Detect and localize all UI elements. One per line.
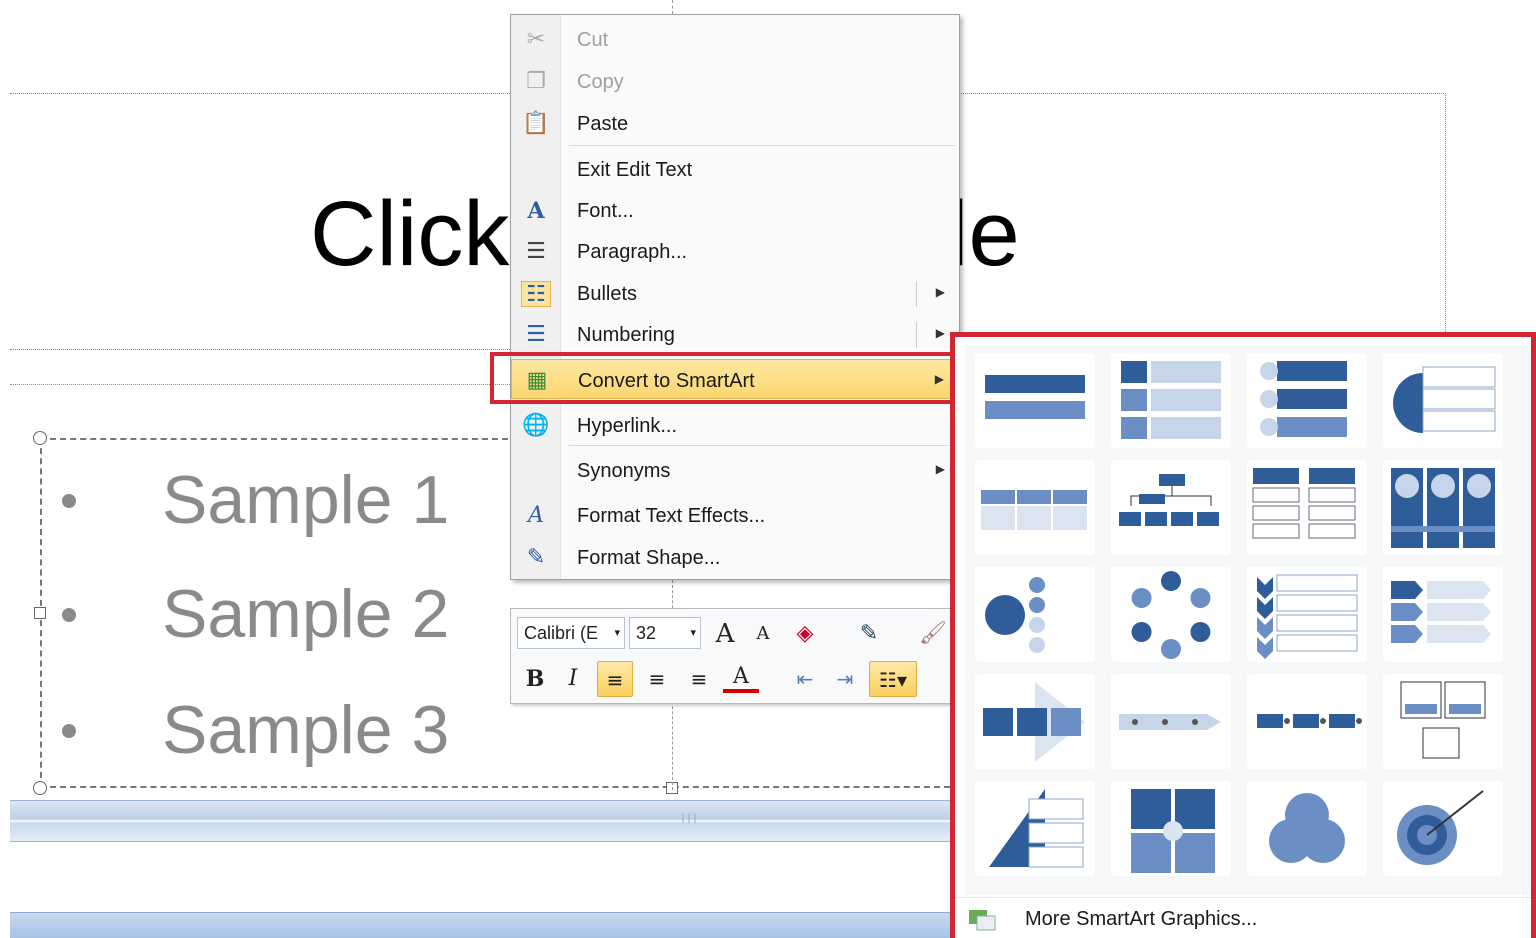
bullet-text: Sample 3 (162, 692, 450, 768)
submenu-arrow-icon[interactable]: ▶ (936, 285, 945, 299)
smartart-layout-basic-cycle[interactable] (1111, 567, 1231, 662)
dropdown-arrow-icon[interactable]: ▾ (690, 618, 696, 648)
menu-item-format-text-effects[interactable]: A Format Text Effects... (511, 495, 959, 535)
smartart-layout-venn[interactable] (1247, 781, 1367, 876)
bullet-dot (62, 494, 76, 508)
context-menu: ✂ Cut ❐ Copy 📋 Paste Exit Edit Text A Fo… (510, 14, 960, 580)
smartart-layout-vertical-chevron-list[interactable] (1247, 567, 1367, 662)
smartart-layout-horizontal-bullet-list[interactable] (975, 460, 1095, 555)
font-icon: A (527, 198, 545, 224)
smartart-layout-basic-process[interactable] (975, 674, 1095, 769)
resize-handle-left[interactable] (34, 607, 46, 619)
bullet-dot (62, 608, 76, 622)
notes-splitter[interactable]: ||| (10, 800, 960, 842)
font-name-value: Calibri (E (524, 623, 599, 643)
menu-item-copy[interactable]: ❐ Copy (511, 61, 959, 101)
submenu-arrow-icon: ▶ (935, 462, 945, 476)
align-left-icon[interactable]: ≡ (597, 661, 633, 697)
smartart-layout-timeline[interactable] (1111, 674, 1231, 769)
smartart-layout-vertical-bullet-list[interactable] (1111, 353, 1231, 448)
menu-separator (569, 145, 955, 146)
menu-item-hyperlink[interactable]: 🌐 Hyperlink... (511, 405, 959, 445)
smartart-layout-basic-block-list[interactable] (975, 353, 1095, 448)
align-center-icon[interactable]: ≡ (639, 661, 675, 697)
italic-button[interactable]: I (555, 661, 591, 697)
more-smartart-label: More SmartArt Graphics... (1025, 908, 1258, 930)
submenu-arrow-icon[interactable]: ▶ (936, 326, 945, 340)
menu-item-synonyms[interactable]: Synonyms ▶ (511, 450, 959, 490)
smartart-layout-alternating-flow[interactable] (1247, 674, 1367, 769)
smartart-layouts (975, 353, 1503, 876)
smartart-layout-picture-caption[interactable] (1383, 674, 1503, 769)
paragraph-icon: ☰ (526, 239, 546, 264)
font-size-value: 32 (636, 623, 657, 643)
smartart-layout-vertical-box-list[interactable] (1247, 353, 1367, 448)
highlight-frame-menu (490, 352, 958, 404)
shrink-font-button[interactable]: A (745, 619, 781, 649)
decrease-indent-icon[interactable]: ⇤ (787, 661, 823, 697)
resize-handle-bottom-left[interactable] (33, 781, 47, 795)
smartart-layout-vertical-arrow-list[interactable] (1383, 567, 1503, 662)
text-effects-icon: A (528, 503, 544, 528)
title-text-left: Click (310, 183, 510, 285)
smartart-layout-target[interactable] (1383, 781, 1503, 876)
bullet-text: Sample 2 (162, 576, 450, 652)
guide-line (672, 0, 673, 14)
splitter-grip-icon: ||| (680, 813, 699, 824)
split-divider (916, 322, 917, 348)
menu-separator (569, 445, 955, 446)
menu-item-paragraph[interactable]: ☰ Paragraph... (511, 231, 959, 271)
fill-color-icon[interactable]: ◈ (787, 619, 823, 649)
menu-item-cut[interactable]: ✂ Cut (511, 19, 959, 59)
bullets-button[interactable]: ☷▾ (869, 661, 917, 697)
smartart-layout-organization-chart[interactable] (1111, 460, 1231, 555)
format-shape-icon: ✎ (526, 545, 546, 570)
smartart-layout-circle-list[interactable] (1383, 353, 1503, 448)
more-smartart-graphics-item[interactable]: More SmartArt Graphics... (955, 897, 1531, 938)
powerpoint-slide-area: Click le Sample 1 Sample 2 Sample 3 ||| … (0, 0, 1536, 938)
menu-item-exit-edit-text[interactable]: Exit Edit Text (511, 149, 959, 189)
font-color-button[interactable]: A (723, 661, 759, 693)
menu-item-format-shape[interactable]: ✎ Format Shape... (511, 537, 959, 577)
bullet-text: Sample 1 (162, 462, 450, 538)
copy-icon: ❐ (526, 69, 546, 94)
smartart-gallery-grid (965, 345, 1531, 895)
menu-item-font[interactable]: A Font... (511, 190, 959, 230)
smartart-layout-matrix[interactable] (1111, 781, 1231, 876)
smartart-layout-table-list[interactable] (1247, 460, 1367, 555)
paste-icon: 📋 (522, 111, 550, 136)
split-divider (916, 281, 917, 307)
menu-item-bullets[interactable]: ☷ Bullets ▶ (511, 273, 959, 313)
format-painter-icon[interactable]: 🖌 (915, 619, 951, 649)
grow-font-button[interactable]: A (707, 619, 743, 649)
smartart-layout-picture-list[interactable] (1383, 460, 1503, 555)
numbering-icon: ☰ (526, 322, 546, 347)
bold-button[interactable]: B (517, 661, 553, 697)
smartart-layout-radial-cluster[interactable] (975, 567, 1095, 662)
smartart-gallery: More SmartArt Graphics... (950, 332, 1536, 938)
notes-pane-border (10, 912, 960, 938)
bullet-dot (62, 724, 76, 738)
content-placeholder-top (10, 384, 512, 385)
hyperlink-icon: 🌐 (522, 413, 550, 438)
menu-item-numbering[interactable]: ☰ Numbering ▶ (511, 314, 959, 354)
align-right-icon[interactable]: ≡ (681, 661, 717, 697)
resize-handle-top-left[interactable] (33, 431, 47, 445)
font-size-box[interactable]: 32 ▾ (629, 617, 701, 649)
bullets-icon: ☷ (521, 281, 551, 307)
smartart-layout-pyramid-list[interactable] (975, 781, 1095, 876)
mini-toolbar: Calibri (E ▾ 32 ▾ A A ◈ ✎ 🖌 B I ≡ ≡ ≡ A … (510, 608, 954, 704)
font-name-box[interactable]: Calibri (E ▾ (517, 617, 625, 649)
increase-indent-icon[interactable]: ⇥ (827, 661, 863, 697)
scissors-icon: ✂ (526, 27, 546, 52)
menu-item-paste[interactable]: 📋 Paste (511, 103, 959, 143)
dropdown-arrow-icon[interactable]: ▾ (614, 618, 620, 648)
outline-color-icon[interactable]: ✎ (851, 619, 887, 649)
smartart-icon (967, 906, 997, 932)
